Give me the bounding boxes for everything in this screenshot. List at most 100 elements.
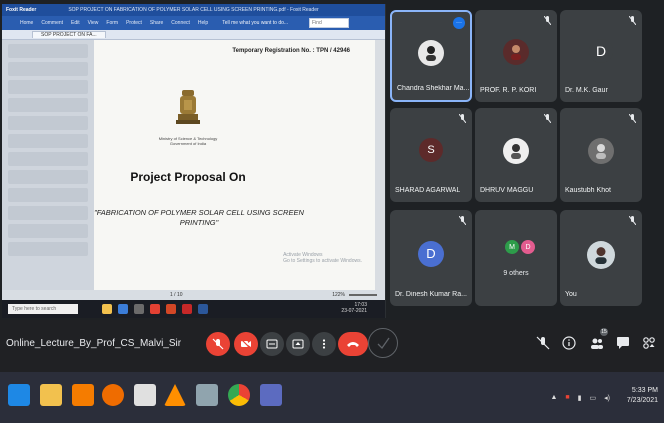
mic-off-icon bbox=[544, 114, 551, 123]
present-button[interactable] bbox=[286, 332, 310, 356]
word-icon[interactable] bbox=[198, 304, 208, 314]
participant-initial: S bbox=[419, 138, 443, 163]
others-count: 9 others bbox=[503, 270, 529, 277]
person-icon bbox=[596, 144, 606, 160]
participant-initial: D bbox=[589, 39, 613, 64]
reader-find-input[interactable]: Find bbox=[309, 18, 349, 28]
zoom-slider[interactable] bbox=[349, 294, 377, 296]
project-name: "FABRICATION OF POLYMER SOLAR CELL USING… bbox=[94, 208, 304, 227]
menu-form[interactable]: Form bbox=[106, 20, 118, 26]
screen: Foxit Reader SOP PROJECT ON FABRICATION … bbox=[0, 0, 664, 423]
camera-toggle-button[interactable] bbox=[234, 332, 258, 356]
ministry-caption: Ministry of Science & Technology Governm… bbox=[158, 136, 218, 146]
reader-app-name: Foxit Reader bbox=[6, 7, 37, 13]
more-options-button[interactable] bbox=[312, 332, 336, 356]
captions-button[interactable] bbox=[260, 332, 284, 356]
mic-off-icon bbox=[212, 338, 224, 350]
network-icon[interactable]: ▮ bbox=[578, 394, 582, 402]
menu-comment[interactable]: Comment bbox=[41, 20, 63, 26]
zoom-level[interactable]: 122% bbox=[332, 290, 345, 300]
file-explorer-icon[interactable] bbox=[40, 384, 62, 406]
shared-taskbar-search[interactable]: Type here to search bbox=[8, 304, 78, 314]
people-icon[interactable] bbox=[590, 336, 604, 350]
shared-screen: Foxit Reader SOP PROJECT ON FABRICATION … bbox=[2, 4, 386, 318]
tell-me-input[interactable]: Tell me what you want to do... bbox=[222, 20, 288, 26]
mic-off-icon[interactable] bbox=[536, 336, 550, 350]
participant-tile[interactable]: PROF. R. P. KORI bbox=[475, 10, 557, 102]
powerpoint-icon[interactable] bbox=[166, 304, 176, 314]
mic-toggle-button[interactable] bbox=[206, 332, 230, 356]
menu-protect[interactable]: Protect bbox=[126, 20, 142, 26]
info-icon[interactable] bbox=[562, 336, 576, 350]
files-icon[interactable] bbox=[196, 384, 218, 406]
nav-pane-row bbox=[8, 242, 88, 256]
nav-pane-row bbox=[8, 62, 88, 76]
store-icon[interactable] bbox=[134, 304, 144, 314]
taskbar-time: 5:33 PM bbox=[631, 387, 658, 394]
activities-icon[interactable] bbox=[642, 336, 656, 350]
media-player-icon[interactable] bbox=[72, 384, 94, 406]
participant-name: Kaustubh Khot bbox=[565, 187, 611, 194]
participant-photo bbox=[503, 39, 529, 66]
battery-icon[interactable]: ▭ bbox=[590, 394, 597, 402]
meeting-name: Online_Lecture_By_Prof_CS_Malvi_Sir bbox=[6, 338, 182, 349]
page-counter[interactable]: 1 / 10 bbox=[170, 290, 183, 300]
participant-tile[interactable]: S SHARAD AGARWAL bbox=[390, 108, 472, 202]
person-icon bbox=[511, 144, 521, 160]
hang-up-icon bbox=[347, 342, 359, 347]
participant-tile[interactable]: ··· Chandra Shekhar Ma... bbox=[390, 10, 472, 102]
tray-app-icon[interactable]: ■ bbox=[565, 394, 569, 402]
present-screen-icon bbox=[292, 339, 304, 349]
mic-off-icon bbox=[459, 216, 466, 225]
document-scrollbar[interactable] bbox=[375, 40, 385, 290]
foxit-icon[interactable] bbox=[182, 304, 192, 314]
menu-home[interactable]: Home bbox=[20, 20, 33, 26]
participant-tile[interactable]: Kaustubh Khot bbox=[560, 108, 642, 202]
leave-call-button[interactable] bbox=[338, 332, 368, 356]
menu-help[interactable]: Help bbox=[198, 20, 208, 26]
participant-tile[interactable]: M D 9 others bbox=[475, 210, 557, 306]
group-avatar-initial: M bbox=[505, 240, 519, 254]
tray-chevron-icon[interactable]: ▲ bbox=[550, 394, 557, 402]
chat-icon[interactable] bbox=[616, 336, 630, 350]
participant-name: PROF. R. P. KORI bbox=[480, 87, 537, 94]
participant-tile[interactable]: You bbox=[560, 210, 642, 306]
explorer-icon[interactable] bbox=[102, 304, 112, 314]
document-page: Temporary Registration No. : TPN / 42946… bbox=[94, 40, 376, 290]
menu-share[interactable]: Share bbox=[150, 20, 163, 26]
document-tab[interactable]: SOP PROJECT ON FA... bbox=[32, 31, 106, 38]
nav-pane-row bbox=[8, 206, 88, 220]
more-vert-icon bbox=[322, 339, 326, 349]
activate-windows-watermark: Activate Windows Go to Settings to activ… bbox=[283, 252, 362, 264]
chrome-icon[interactable] bbox=[228, 384, 250, 406]
check-icon bbox=[377, 337, 390, 350]
volume-icon[interactable]: ◂) bbox=[604, 394, 610, 402]
meet-control-bar: Online_Lecture_By_Prof_CS_Malvi_Sir 15 bbox=[0, 320, 664, 372]
mail-icon[interactable] bbox=[118, 304, 128, 314]
participant-tile[interactable]: D Dr. M.K. Gaur bbox=[560, 10, 642, 102]
reader-title-bar: Foxit Reader SOP PROJECT ON FABRICATION … bbox=[2, 4, 385, 16]
participant-name: Dr. Dinesh Kumar Ra... bbox=[395, 291, 467, 298]
firefox-icon[interactable] bbox=[102, 384, 124, 406]
menu-view[interactable]: View bbox=[88, 20, 99, 26]
image-viewer-icon[interactable] bbox=[134, 384, 156, 406]
taskbar-clock[interactable]: 5:33 PM 7/23/2021 bbox=[627, 386, 658, 406]
participant-name: DHRUV MAGGU bbox=[480, 187, 534, 194]
participant-tile[interactable]: DHRUV MAGGU bbox=[475, 108, 557, 202]
participant-photo bbox=[588, 138, 614, 165]
mic-off-icon bbox=[459, 114, 466, 123]
participant-photo bbox=[503, 138, 529, 165]
mic-off-icon bbox=[544, 16, 551, 25]
vlc-icon[interactable] bbox=[164, 384, 186, 406]
menu-connect[interactable]: Connect bbox=[171, 20, 190, 26]
participant-name: Dr. M.K. Gaur bbox=[565, 87, 608, 94]
shared-taskbar-clock: 17:03 23-07-2021 bbox=[341, 302, 367, 314]
reader-status-bar: 1 / 10 122% bbox=[2, 290, 385, 300]
participant-tile[interactable]: D Dr. Dinesh Kumar Ra... bbox=[390, 210, 472, 306]
chrome-icon[interactable] bbox=[150, 304, 160, 314]
ie-icon[interactable] bbox=[8, 384, 30, 406]
document-app-icon[interactable] bbox=[260, 384, 282, 406]
menu-edit[interactable]: Edit bbox=[71, 20, 80, 26]
registration-number: Temporary Registration No. : TPN / 42946 bbox=[232, 48, 350, 54]
taskbar-date: 7/23/2021 bbox=[626, 397, 658, 404]
